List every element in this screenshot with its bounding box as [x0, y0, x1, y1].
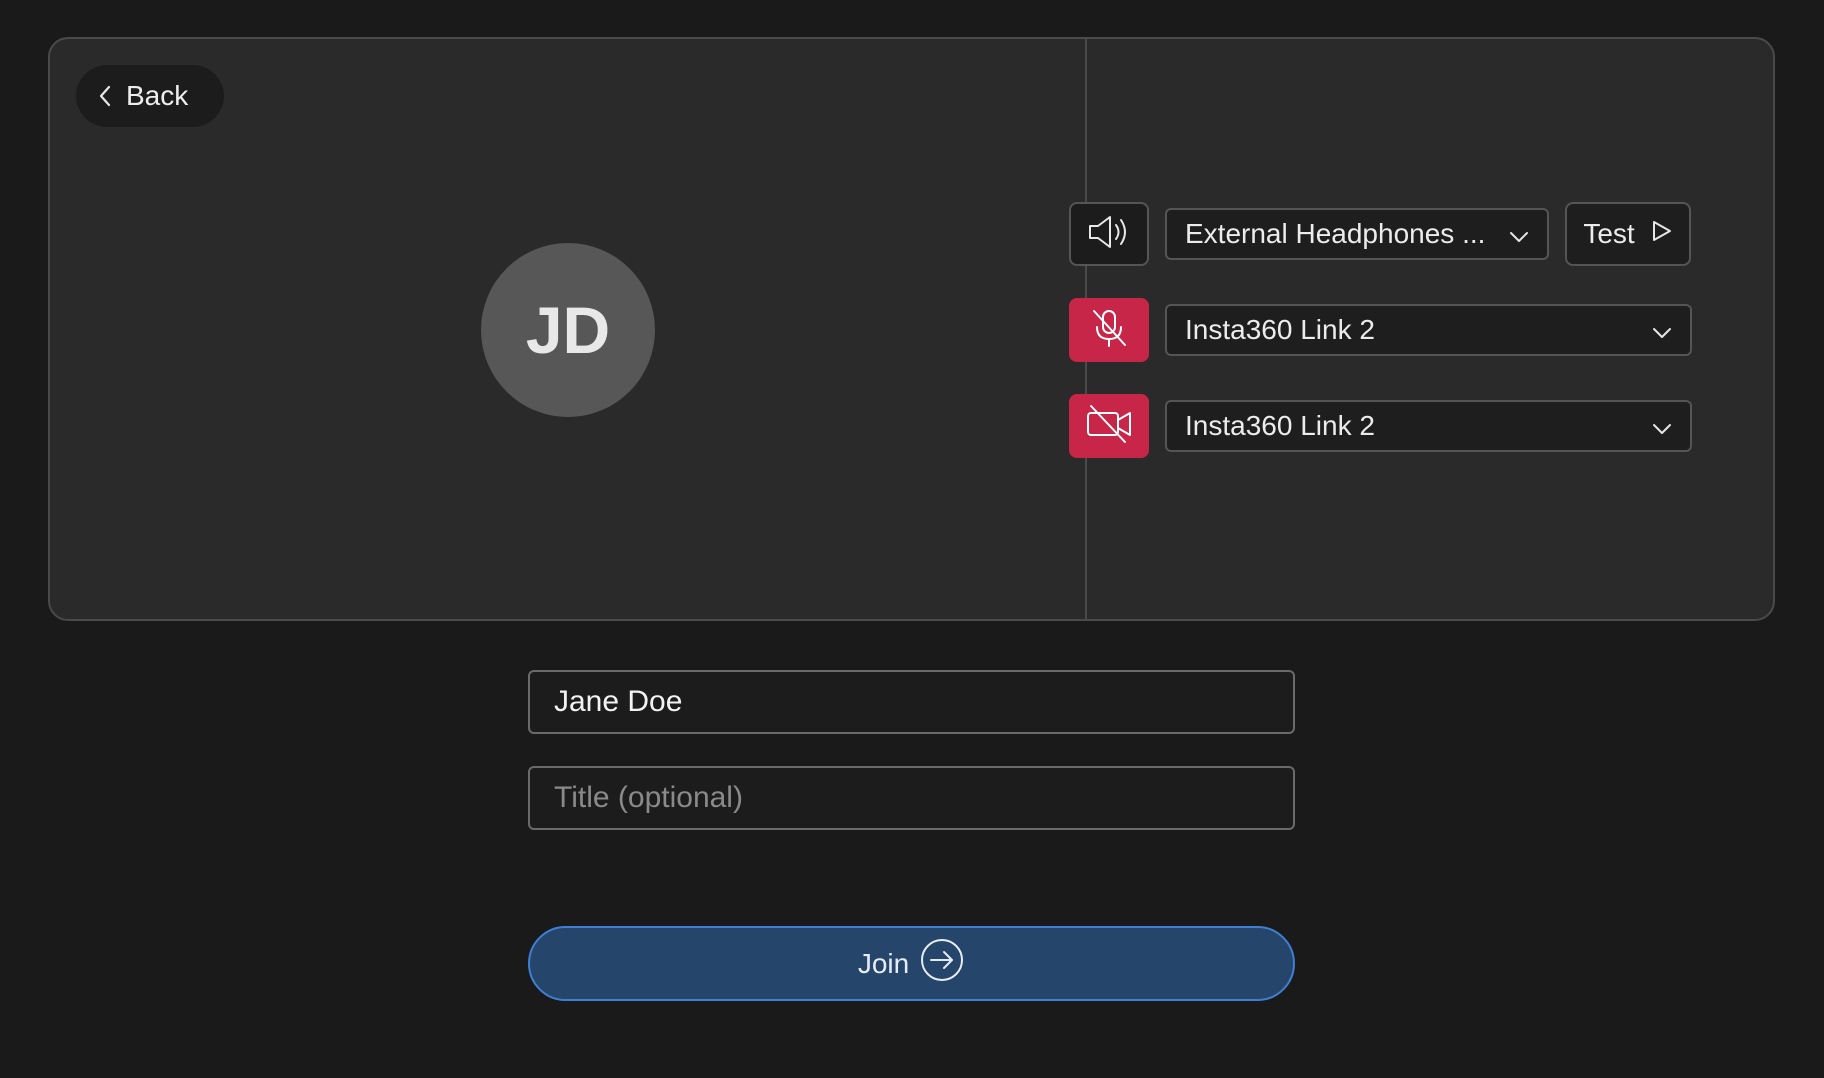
speaker-toggle-button[interactable]	[1069, 202, 1149, 266]
camera-row: Insta360 Link 2	[1069, 394, 1692, 458]
speaker-row: External Headphones ... Test	[1069, 202, 1691, 266]
avatar: JD	[481, 243, 655, 417]
chevron-left-icon	[98, 84, 112, 108]
camera-toggle-button[interactable]	[1069, 394, 1149, 458]
join-button[interactable]: Join	[528, 926, 1295, 1001]
display-name-input[interactable]	[528, 670, 1295, 734]
arrow-right-circle-icon	[919, 937, 965, 990]
microphone-select-value: Insta360 Link 2	[1185, 314, 1375, 345]
microphone-select[interactable]: Insta360 Link 2	[1165, 304, 1692, 356]
camera-off-icon	[1085, 404, 1133, 449]
play-icon	[1649, 218, 1673, 250]
back-button[interactable]: Back	[76, 65, 224, 127]
camera-select-value: Insta360 Link 2	[1185, 410, 1375, 441]
join-button-label: Join	[857, 947, 910, 979]
chevron-down-icon	[1652, 314, 1672, 346]
speaker-select[interactable]: External Headphones ...	[1165, 208, 1549, 260]
chevron-down-icon	[1652, 410, 1672, 442]
speaker-icon	[1086, 213, 1132, 256]
speaker-select-value: External Headphones ...	[1185, 218, 1486, 249]
test-button-label: Test	[1583, 218, 1635, 249]
title-input[interactable]	[528, 766, 1295, 830]
back-button-label: Back	[126, 80, 189, 111]
mic-off-icon	[1089, 307, 1129, 354]
microphone-toggle-button[interactable]	[1069, 298, 1149, 362]
test-speaker-button[interactable]: Test	[1565, 202, 1691, 266]
microphone-row: Insta360 Link 2	[1069, 298, 1692, 362]
avatar-initials: JD	[525, 293, 611, 367]
chevron-down-icon	[1509, 218, 1529, 250]
camera-select[interactable]: Insta360 Link 2	[1165, 400, 1692, 452]
